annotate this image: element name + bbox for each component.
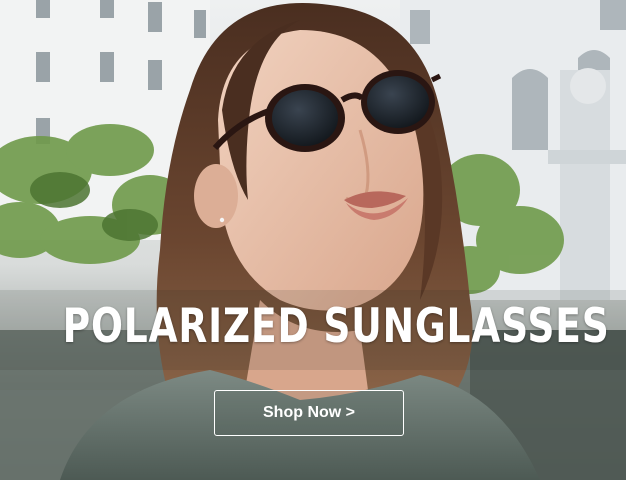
headline: POLARIZED SUNGLASSES — [62, 299, 610, 354]
promo-banner[interactable]: POLARIZED SUNGLASSES Shop Now > — [0, 0, 626, 480]
shop-now-button[interactable]: Shop Now > — [214, 390, 404, 436]
